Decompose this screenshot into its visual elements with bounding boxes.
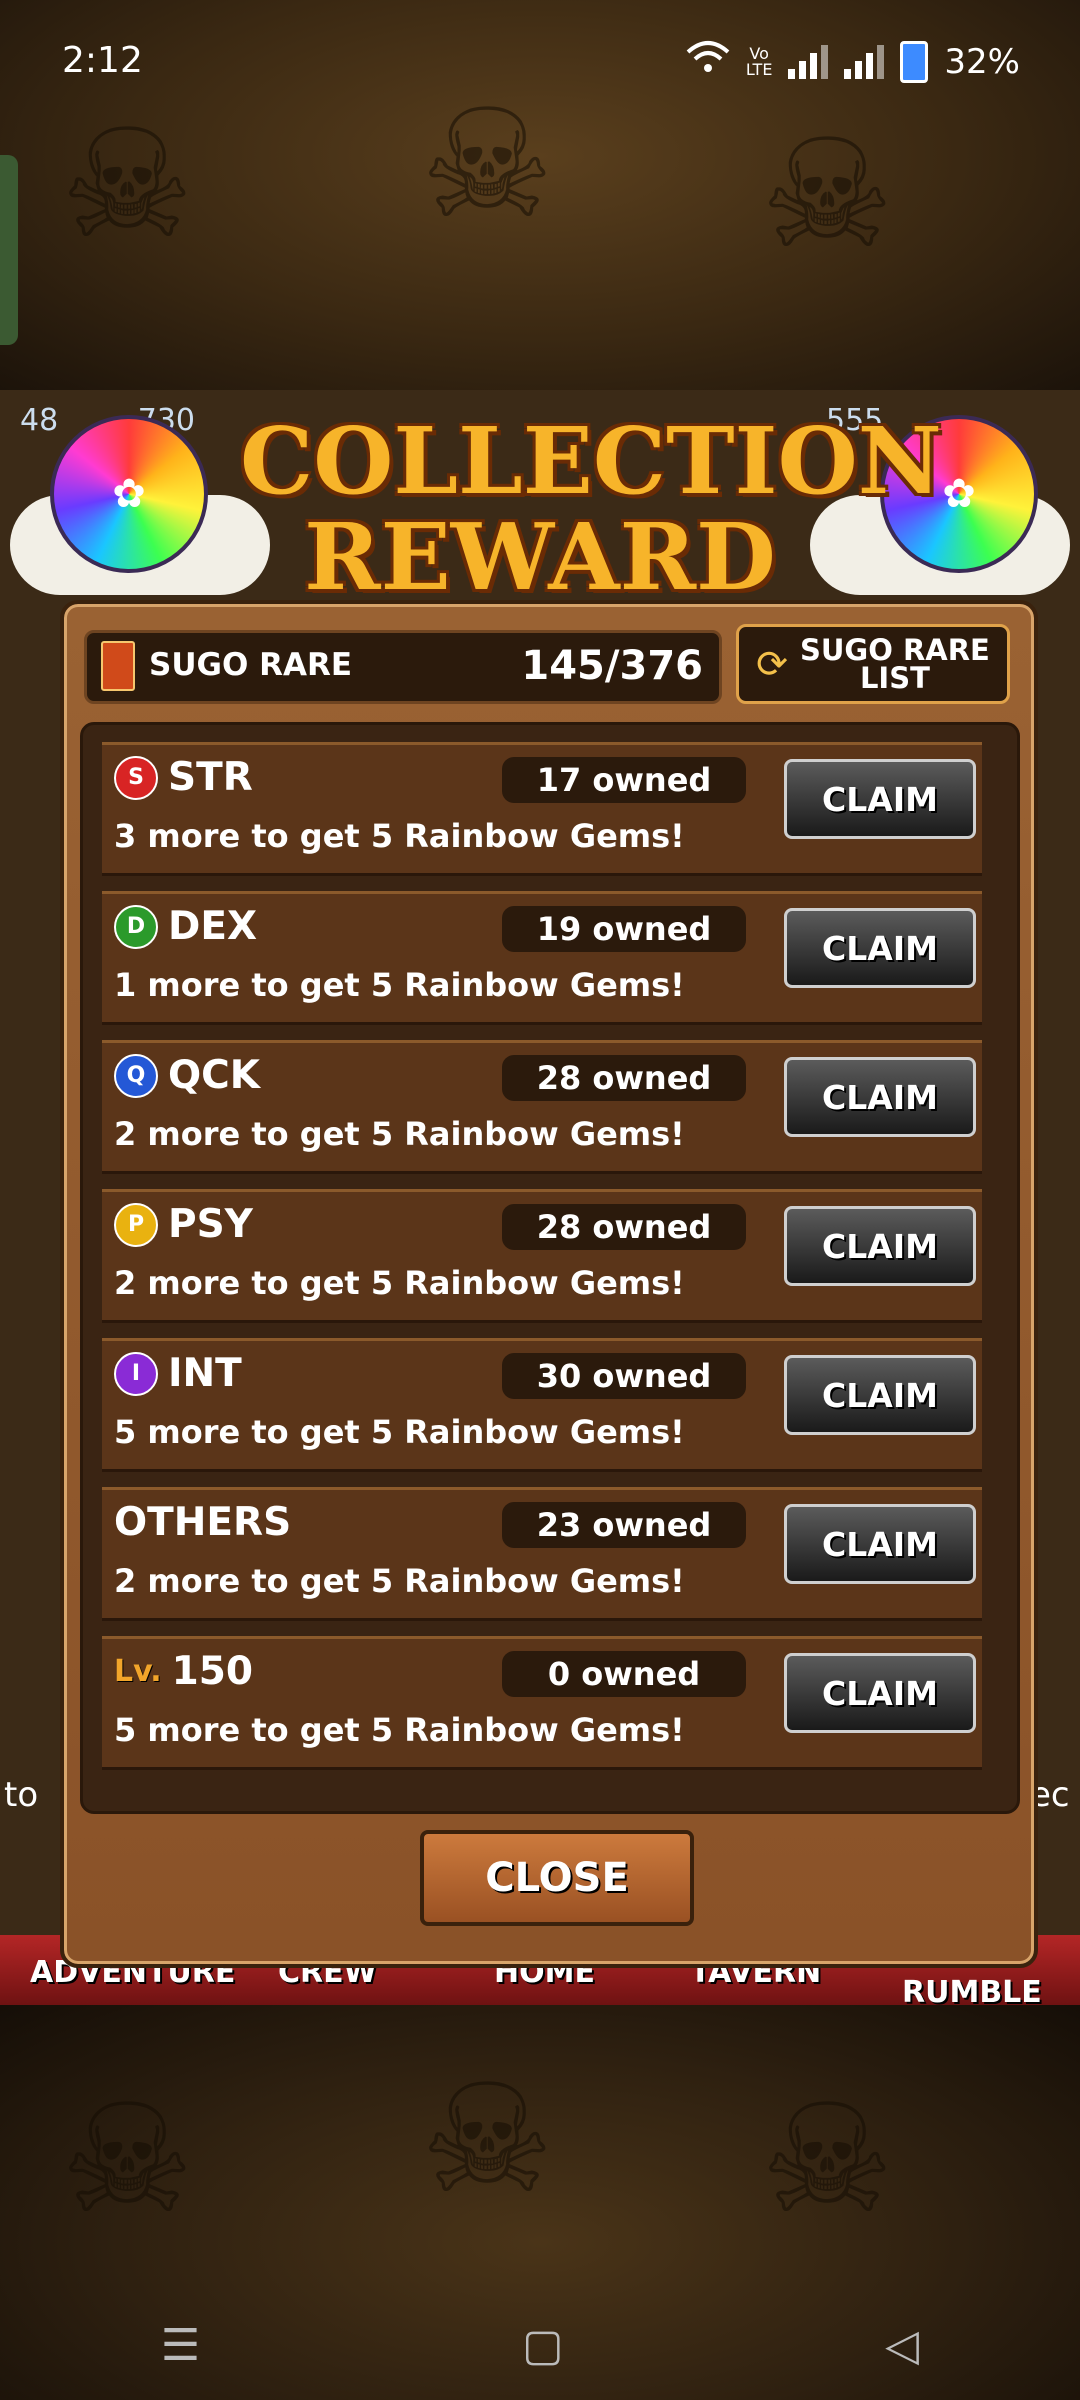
signal-icon-2 [844,44,885,79]
signal-icon [788,44,829,79]
chopper-jolly-roger-icon: ☠ [760,2073,895,2247]
reward-row: OTHERS 23 owned 2 more to get 5 Rainbow Ge… [102,1487,982,1621]
clock: 2:12 [62,40,143,81]
attribute-icon: I [114,1351,158,1396]
owned-count: 28 owned [502,1055,746,1101]
title-banner: ✿ ✿ COLLECTION REWARD [0,395,1080,615]
reward-row: P PSY 28 owned 2 more to get 5 Rainbow Gems… [102,1189,982,1323]
sugo-card-icon [101,641,135,691]
dialog-title: COLLECTION REWARD [240,407,942,611]
row-category: I INT [114,1351,242,1396]
owned-count: 23 owned [502,1502,746,1548]
category-name: PSY [168,1202,253,1247]
attribute-icon: S [114,755,158,800]
attribute-icon: D [114,904,158,949]
battery-icon [900,40,929,83]
claim-button[interactable]: CLAIM [784,759,976,839]
close-button[interactable]: CLOSE [420,1830,694,1926]
menu-rumble[interactable]: RUMBLE [902,1975,1042,2010]
owned-count: 19 owned [502,906,746,952]
counter-label: SUGO RARE [149,647,352,683]
category-name: OTHERS [114,1500,292,1545]
refresh-icon: ⟳ [756,642,788,686]
attribute-icon: Q [114,1053,158,1098]
level-badge: Lv. [114,1654,162,1689]
reward-progress-text: 2 more to get 5 Rainbow Gems! [114,1115,685,1153]
category-name: INT [168,1351,242,1396]
background-text-left: to [4,1775,39,1815]
claim-button[interactable]: CLAIM [784,1504,976,1584]
side-drawer-handle[interactable] [0,155,18,345]
rainbow-fruit-icon-left: ✿ [50,415,208,573]
skull-fork-icon: ☠ [420,2053,555,2227]
row-category: D DEX [114,904,257,949]
back-triangle-icon[interactable]: ◁ [885,2320,919,2371]
counter-value: 145/376 [521,643,703,689]
reward-row: S STR 17 owned 3 more to get 5 Rainbow Gems… [102,742,982,876]
status-bar: 2:12 Vo LTE 32% [0,0,1080,130]
row-category: Lv. 150 [114,1649,253,1694]
menu-icon[interactable]: ☰ [161,2320,200,2371]
row-category: Q QCK [114,1053,260,1098]
reward-progress-text: 1 more to get 5 Rainbow Gems! [114,966,685,1004]
row-category: OTHERS [114,1500,291,1545]
sugo-rare-list-button[interactable]: ⟳ SUGO RARE LIST [736,624,1010,704]
battery-percent: 32% [944,41,1020,82]
owned-count: 30 owned [502,1353,746,1399]
owned-count: 28 owned [502,1204,746,1250]
jolly-roger-icon: ☠ [60,2073,195,2247]
android-navigation-bar: ☰ ▢ ◁ [0,2290,1080,2400]
jolly-roger-icon: ☠ [60,98,195,272]
claim-button[interactable]: CLAIM [784,1355,976,1435]
reward-progress-text: 5 more to get 5 Rainbow Gems! [114,1413,685,1451]
reward-row: I INT 30 owned 5 more to get 5 Rainbow Gems… [102,1338,982,1472]
claim-button[interactable]: CLAIM [784,1057,976,1137]
reward-progress-text: 2 more to get 5 Rainbow Gems! [114,1562,685,1600]
reward-row: Q QCK 28 owned 2 more to get 5 Rainbow Gems… [102,1040,982,1174]
status-icons: Vo LTE 32% [686,40,1020,83]
row-category: S STR [114,755,253,800]
home-square-icon[interactable]: ▢ [522,2320,564,2371]
wifi-icon [686,40,730,83]
reward-progress-text: 5 more to get 5 Rainbow Gems! [114,1711,685,1749]
attribute-icon: P [114,1202,158,1247]
owned-count: 0 owned [502,1651,746,1697]
reward-row: Lv. 150 0 owned 5 more to get 5 Rainbow Gem… [102,1636,982,1770]
sugo-rare-counter: SUGO RARE 145/376 [84,630,722,704]
category-name: 150 [171,1649,254,1694]
claim-button[interactable]: CLAIM [784,1653,976,1733]
reward-progress-text: 3 more to get 5 Rainbow Gems! [114,817,685,855]
volte-icon: Vo LTE [745,43,773,79]
claim-button[interactable]: CLAIM [784,908,976,988]
claim-button[interactable]: CLAIM [784,1206,976,1286]
category-name: STR [168,755,253,800]
chopper-jolly-roger-icon: ☠ [760,108,895,282]
reward-progress-text: 2 more to get 5 Rainbow Gems! [114,1264,685,1302]
list-button-label: SUGO RARE LIST [799,633,990,695]
owned-count: 17 owned [502,757,746,803]
reward-row: D DEX 19 owned 1 more to get 5 Rainbow Gems… [102,891,982,1025]
category-name: DEX [168,904,258,949]
row-category: P PSY [114,1202,253,1247]
category-name: QCK [168,1053,260,1098]
